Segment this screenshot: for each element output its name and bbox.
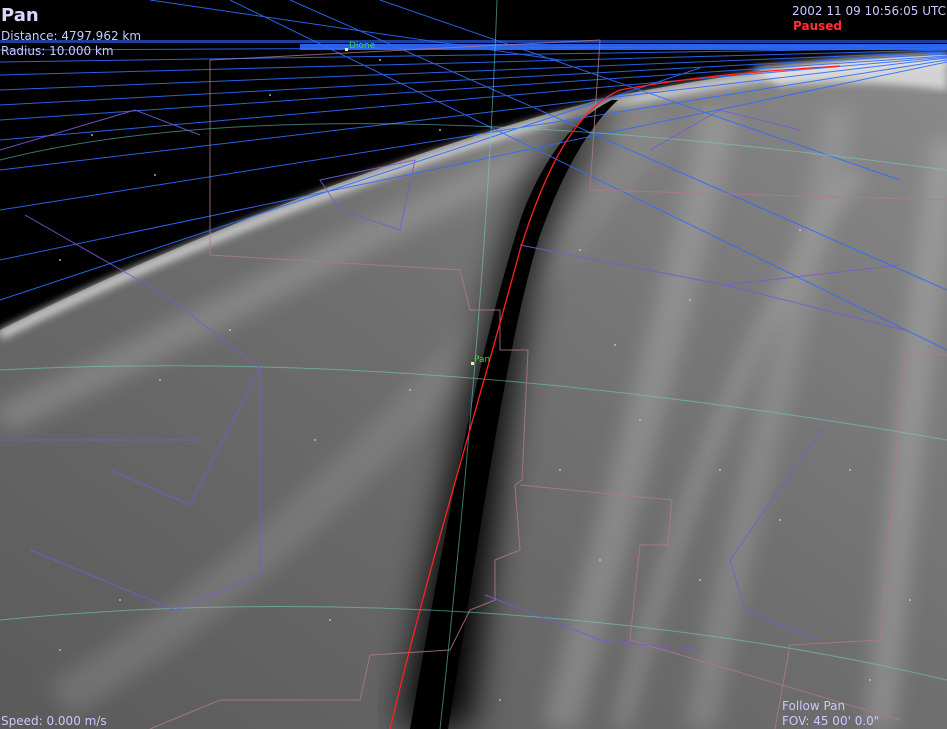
celestial-equator-band (300, 44, 947, 50)
speed-readout: Speed: 0.000 m/s (1, 714, 107, 728)
simulation-time: 2002 11 09 10:56:05 UTC (792, 4, 947, 18)
field-of-view: FOV: 45 00' 0.0" (782, 714, 880, 728)
object-radius: Radius: 10.000 km (1, 44, 114, 58)
time-status: Paused (793, 19, 842, 33)
dione-marker[interactable] (345, 48, 348, 51)
dione-label: Dione (349, 41, 376, 51)
pan-label: Pan (474, 355, 491, 365)
object-distance: Distance: 4797.962 km (1, 29, 142, 43)
follow-mode: Follow Pan (782, 699, 846, 713)
selected-object-name: Pan (1, 5, 39, 26)
